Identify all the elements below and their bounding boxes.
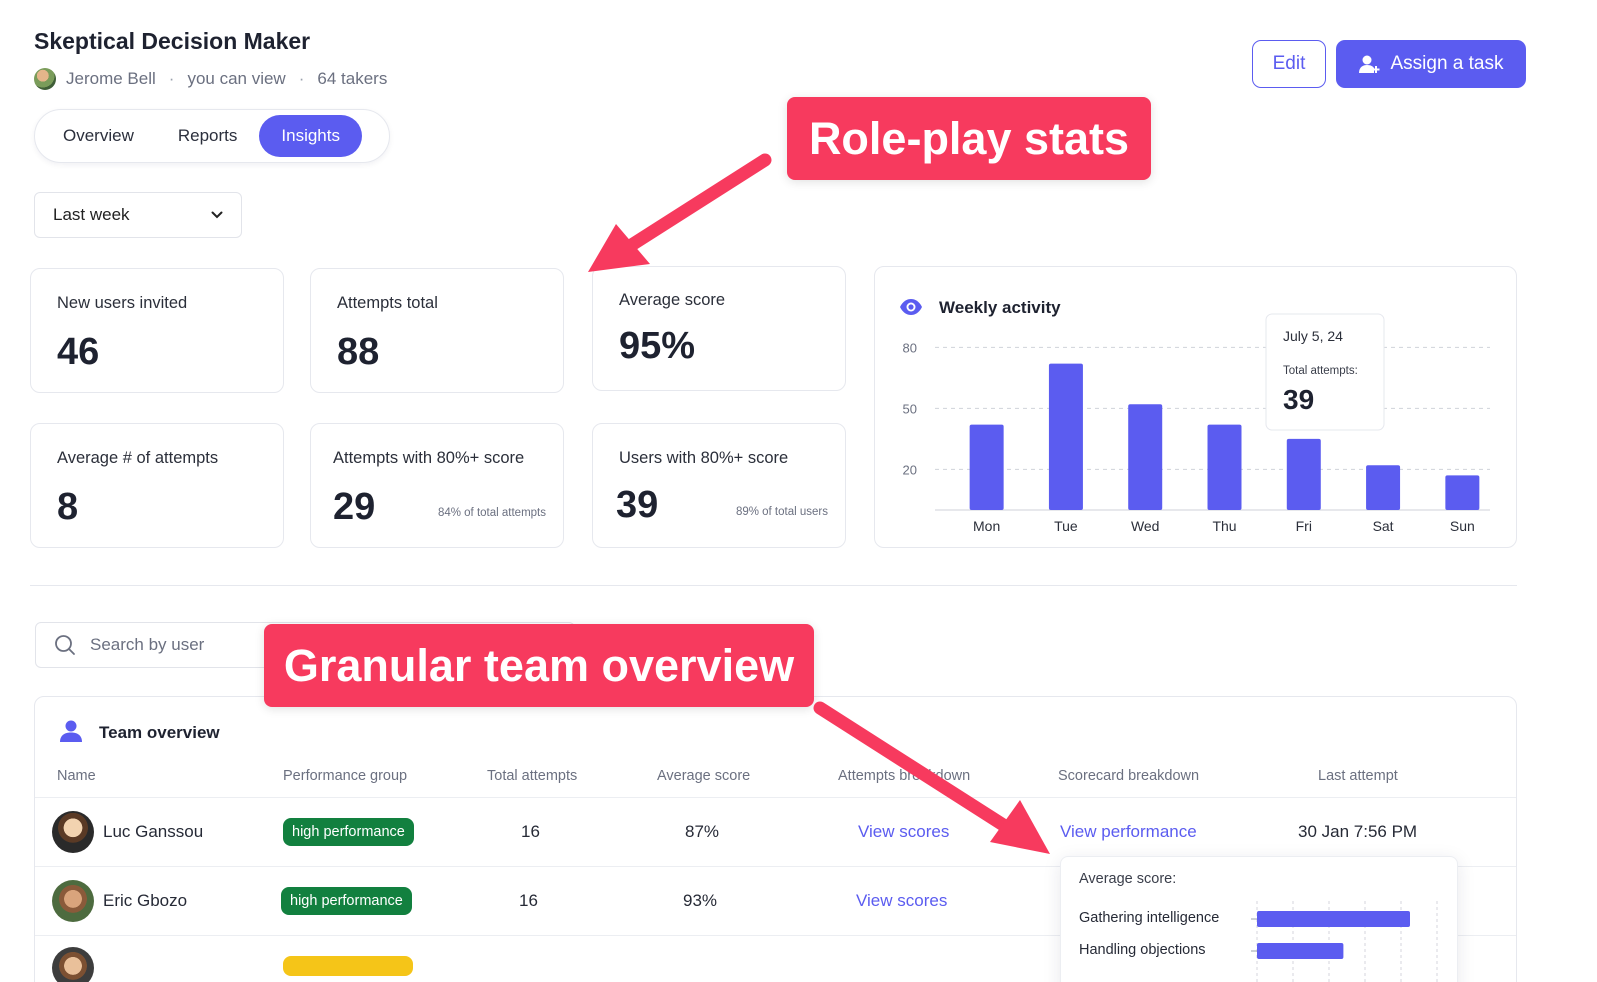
edit-button[interactable]: Edit	[1252, 40, 1326, 88]
tooltip-label: Total attempts:	[1283, 365, 1358, 377]
popover-bar	[1257, 943, 1344, 959]
stat-subtext: 84% of total attempts	[437, 507, 546, 519]
separator-dot: ·	[168, 69, 175, 88]
stat-value: 39	[616, 484, 659, 526]
x-tick-label: Sat	[1373, 518, 1394, 534]
page-meta: Jerome Bell · you can view · 64 takers	[34, 68, 387, 90]
x-tick-label: Tue	[1054, 518, 1078, 534]
view-tabs: Overview Reports Insights	[34, 109, 390, 163]
stat-value: 95%	[619, 325, 696, 367]
tooltip-date: July 5, 24	[1283, 328, 1343, 344]
chart-bar	[1048, 363, 1083, 510]
x-tick-label: Thu	[1212, 518, 1236, 534]
author-avatar	[34, 68, 56, 90]
view-scores-link[interactable]: View scores	[856, 891, 947, 911]
last-attempt: 30 Jan 7:56 PM	[1298, 822, 1418, 841]
chart-bar	[1207, 424, 1242, 510]
performance-badge: high performance	[281, 887, 412, 915]
y-tick-label: 80	[903, 340, 917, 355]
stat-label: Average score	[619, 291, 726, 309]
search-icon	[55, 635, 75, 655]
separator-dot: ·	[298, 69, 305, 88]
column-header: Performance group	[283, 768, 408, 784]
scorecard-popover: Average score: Gathering intelligence Ha…	[1060, 856, 1458, 982]
stat-card: Attempts total 88	[310, 268, 564, 393]
page-title: Skeptical Decision Maker	[34, 28, 311, 54]
tab-reports[interactable]: Reports	[156, 115, 260, 157]
stat-subtext: 89% of total users	[735, 506, 828, 518]
performance-badge	[283, 956, 413, 976]
tooltip-value: 39	[1283, 384, 1314, 415]
average-score: 93%	[683, 891, 718, 910]
x-tick-label: Sun	[1450, 518, 1475, 534]
weekly-activity-card: Weekly activity 20 50 80 Mon Tue Wed Thu Fri Sat…	[874, 266, 1517, 548]
team-overview-title: Team overview	[99, 723, 220, 742]
chart-bar	[969, 424, 1004, 510]
edit-button-label: Edit	[1272, 53, 1306, 74]
arrow-to-stats	[588, 153, 772, 272]
author-name: Jerome Bell	[66, 69, 156, 88]
date-range-select[interactable]: Last week	[34, 192, 242, 238]
user-name[interactable]: Eric Gbozo	[103, 891, 187, 911]
chevron-down-icon	[211, 211, 223, 219]
avatar	[52, 880, 94, 922]
callout-role-play-stats: Role-play stats	[787, 97, 1151, 180]
chart-bar	[1128, 404, 1163, 510]
performance-badge: high performance	[283, 818, 414, 846]
stat-card: New users invited 46	[30, 268, 284, 393]
stat-value: 46	[57, 331, 100, 373]
stat-value: 29	[333, 486, 376, 528]
column-header: Name	[57, 768, 96, 784]
y-tick-label: 50	[903, 401, 917, 416]
section-divider	[30, 585, 1517, 586]
tab-insights[interactable]: Insights	[259, 115, 362, 157]
avatar	[52, 811, 94, 853]
popover-bar	[1257, 911, 1410, 927]
avatar	[52, 947, 94, 982]
stat-label: Users with 80%+ score	[619, 449, 789, 467]
chart-bar	[1366, 465, 1401, 510]
assign-task-label: Assign a task	[1390, 53, 1504, 74]
x-tick-label: Mon	[973, 518, 1000, 534]
stat-value: 88	[337, 331, 380, 373]
tab-overview[interactable]: Overview	[41, 115, 156, 157]
stat-label: Attempts with 80%+ score	[333, 449, 525, 467]
column-header: Last attempt	[1318, 768, 1398, 784]
stat-label: Average # of attempts	[57, 449, 219, 467]
chart-bar	[1445, 475, 1480, 510]
callout-team-overview: Granular team overview	[264, 624, 814, 707]
total-attempts: 16	[521, 822, 540, 841]
average-score: 87%	[685, 822, 720, 841]
stat-card: Attempts with 80%+ score 29 84% of total…	[310, 423, 564, 548]
add-user-icon	[1358, 55, 1379, 73]
column-header: Attempts breakdown	[838, 768, 971, 784]
stat-label: Attempts total	[337, 294, 438, 312]
column-header: Total attempts	[487, 768, 578, 784]
x-tick-label: Wed	[1131, 518, 1160, 534]
stat-card: Users with 80%+ score 39 89% of total us…	[592, 423, 846, 548]
y-tick-label: 20	[903, 462, 917, 477]
view-scores-link[interactable]: View scores	[858, 822, 949, 842]
user-name[interactable]: Luc Ganssou	[103, 822, 203, 842]
view-performance-link[interactable]: View performance	[1060, 822, 1197, 842]
popover-bar-chart	[1251, 901, 1438, 982]
stat-label: New users invited	[57, 294, 188, 312]
stat-card: Average # of attempts 8	[30, 423, 284, 548]
search-placeholder: Search by user	[90, 635, 205, 654]
chart-bar	[1286, 438, 1321, 510]
assign-task-button[interactable]: Assign a task	[1336, 40, 1526, 88]
column-header: Average score	[657, 768, 751, 784]
user-icon	[60, 720, 82, 742]
date-range-value: Last week	[53, 205, 130, 224]
stat-value: 8	[57, 486, 79, 528]
takers-count: 64 takers	[317, 69, 388, 88]
x-tick-label: Fri	[1296, 518, 1312, 534]
column-header: Scorecard breakdown	[1058, 768, 1200, 784]
stat-card: Average score 95%	[592, 266, 846, 391]
total-attempts: 16	[519, 891, 538, 910]
permission-text: you can view	[187, 69, 286, 88]
weekly-activity-chart: 20 50 80 Mon Tue Wed Thu Fri Sat Sun July 5, 24 Tot…	[903, 313, 1490, 534]
